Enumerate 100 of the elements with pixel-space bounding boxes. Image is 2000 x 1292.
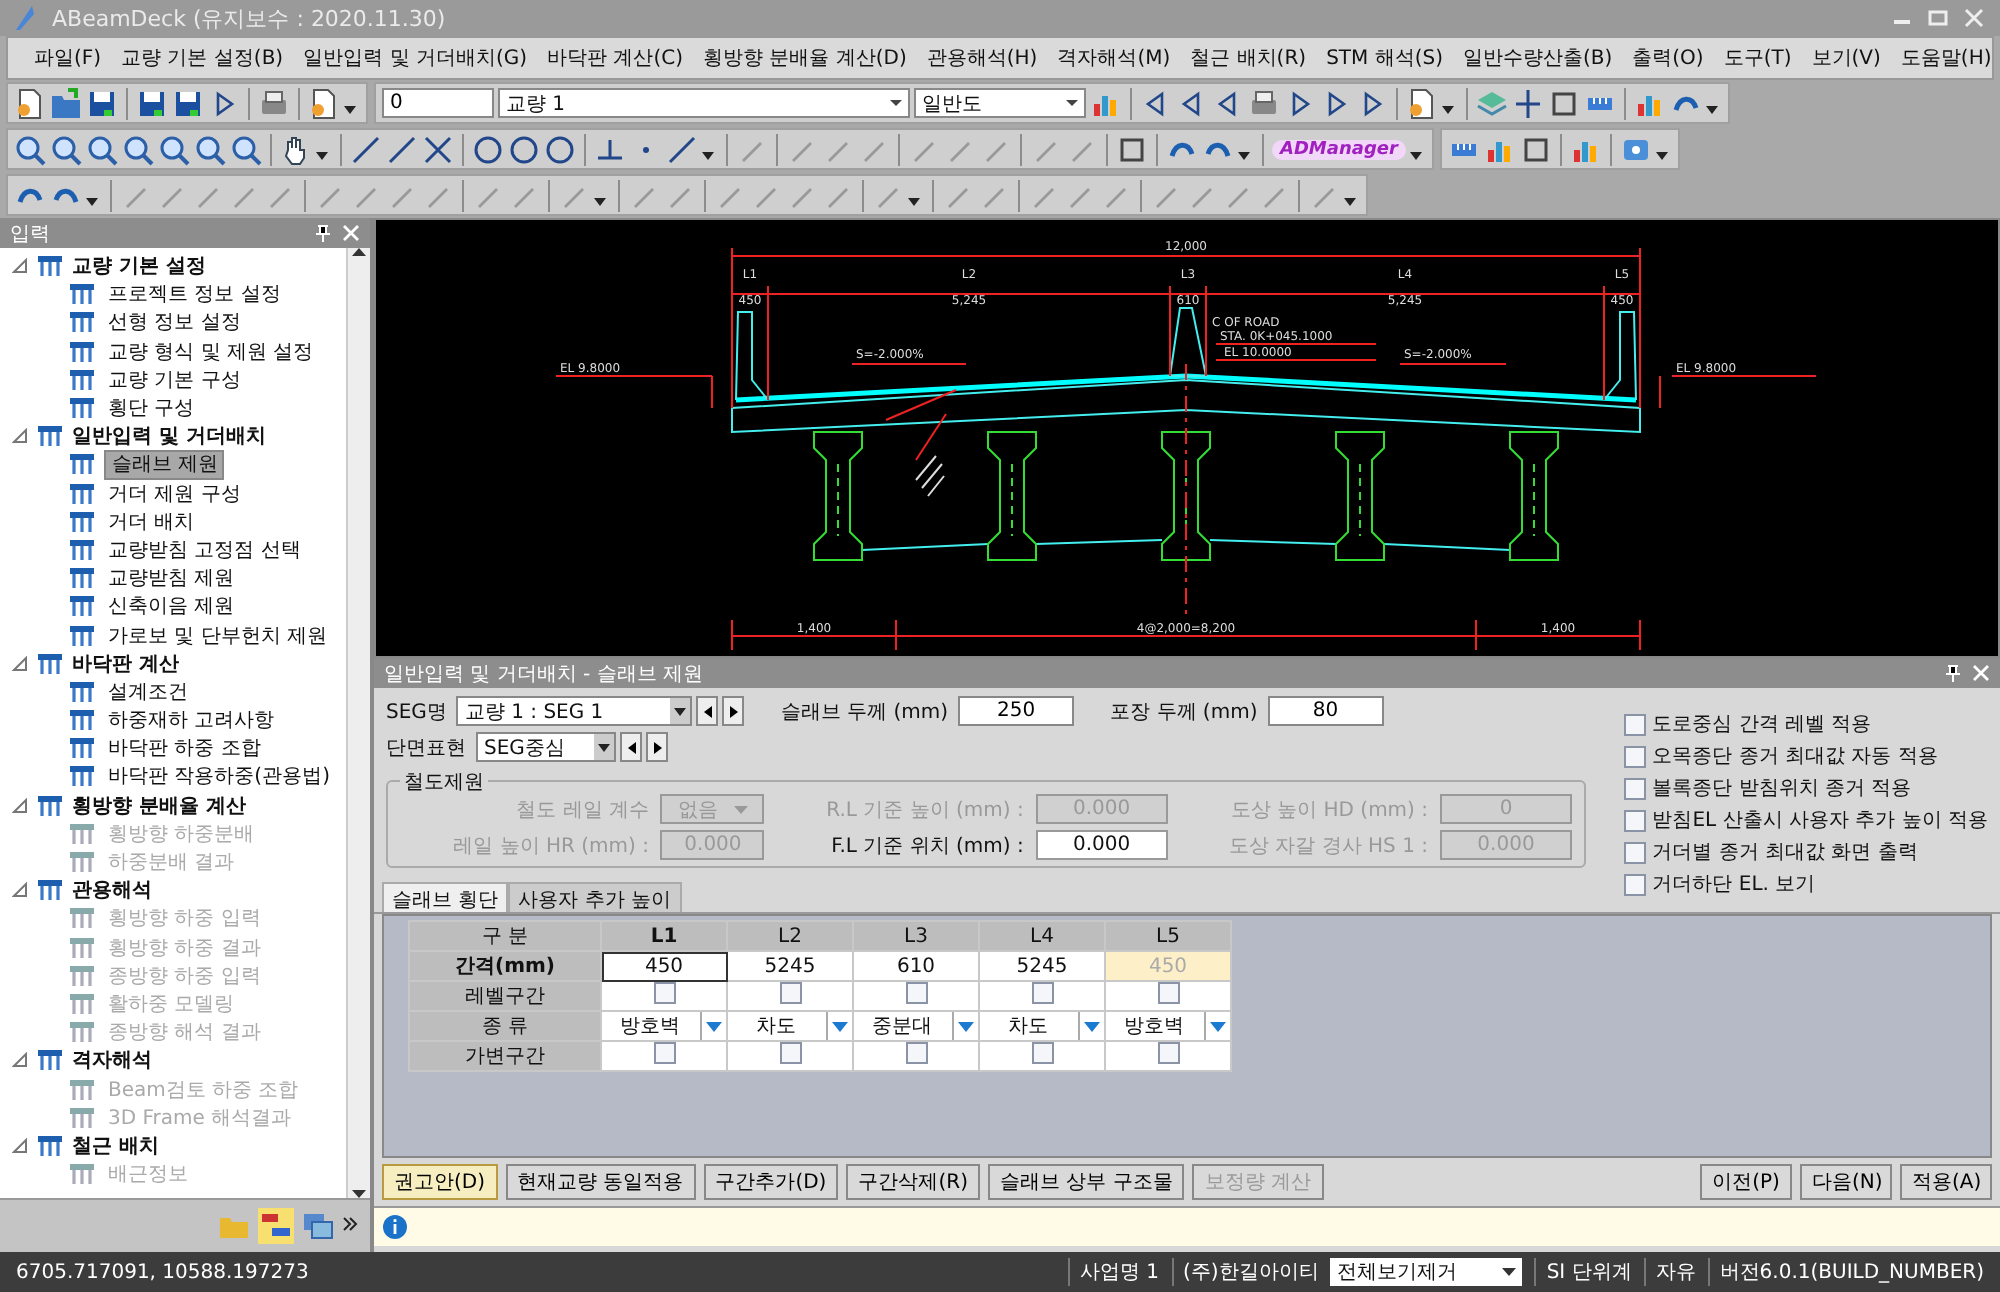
pavement-thickness-field[interactable]: 80: [1267, 696, 1384, 726]
tree-item[interactable]: 신축이음 제원: [104, 592, 239, 621]
column-header[interactable]: L3: [853, 921, 979, 951]
expander-icon[interactable]: [12, 258, 28, 275]
tree-item[interactable]: 교량받침 제원: [104, 564, 239, 593]
column-header[interactable]: L4: [979, 921, 1105, 951]
pin-icon[interactable]: [1944, 664, 1962, 682]
checkbox[interactable]: [1624, 809, 1647, 831]
section-select[interactable]: SEG중심: [476, 732, 616, 762]
caret-icon[interactable]: [908, 197, 920, 205]
tree-group-label[interactable]: 관용해석: [72, 876, 152, 905]
magnifier-icon[interactable]: [122, 133, 154, 165]
chevron-icon[interactable]: [342, 1216, 358, 1236]
checkbox[interactable]: [1157, 982, 1179, 1004]
menu-item[interactable]: 도움말(H): [1890, 44, 2000, 72]
expander-icon[interactable]: [12, 797, 28, 814]
printer-icon[interactable]: [258, 87, 290, 119]
checkbox[interactable]: [653, 982, 675, 1004]
action-button[interactable]: 현재교량 동일적용: [505, 1164, 696, 1200]
dropdown-cell[interactable]: 중분대: [853, 1011, 979, 1041]
document-icon[interactable]: [1406, 87, 1438, 119]
cross-lines-icon[interactable]: [422, 133, 454, 165]
tree-item[interactable]: 슬래브 제원: [104, 449, 225, 480]
dropdown-cell[interactable]: 방호벽: [1105, 1011, 1231, 1041]
expander-icon[interactable]: [12, 1137, 28, 1154]
tree-item[interactable]: 하중재하 고려사항: [104, 706, 279, 735]
tree-item[interactable]: 가로보 및 단부헌치 제원: [104, 621, 332, 650]
menu-item[interactable]: 보기(V): [1801, 44, 1891, 72]
checkbox[interactable]: [1624, 841, 1647, 863]
circle-icon[interactable]: [472, 133, 504, 165]
tree-item[interactable]: 바닥판 하중 조합: [104, 734, 265, 763]
tree-group-label[interactable]: 교량 기본 설정: [72, 252, 206, 281]
caret-icon[interactable]: [1706, 105, 1718, 113]
menu-item[interactable]: 바닥판 계산(C): [537, 44, 693, 72]
tab[interactable]: 슬래브 횡단: [382, 882, 509, 912]
layers-icon[interactable]: [1476, 87, 1508, 119]
magnifier-icon[interactable]: [86, 133, 118, 165]
table-cell[interactable]: 610: [853, 951, 979, 981]
tree-group-label[interactable]: 횡방향 분배율 계산: [72, 791, 246, 820]
table-cell[interactable]: 5245: [727, 951, 853, 981]
bridge-select[interactable]: 교량 1: [498, 88, 910, 118]
navigation-button[interactable]: 적용(A): [1900, 1164, 1992, 1200]
pin-icon[interactable]: [314, 224, 332, 242]
tree-item[interactable]: 프로젝트 정보 설정: [104, 280, 285, 309]
tree-group-label[interactable]: 일반입력 및 거더배치: [72, 422, 266, 451]
printer-icon[interactable]: [1248, 87, 1280, 119]
line-icon[interactable]: [666, 133, 698, 165]
tree-item[interactable]: 횡단 구성: [104, 394, 199, 423]
menu-item[interactable]: 파일(F): [24, 44, 112, 72]
navigation-button[interactable]: 이전(P): [1700, 1164, 1792, 1200]
checkbox[interactable]: [779, 982, 801, 1004]
scrollbar[interactable]: [346, 248, 370, 1198]
tree-item[interactable]: 교량받침 고정점 선택: [104, 535, 305, 564]
menu-item[interactable]: 격자해석(M): [1047, 44, 1181, 72]
caret-icon[interactable]: [702, 151, 714, 159]
caret-icon[interactable]: [344, 105, 356, 113]
menu-item[interactable]: 출력(O): [1622, 44, 1714, 72]
view-mode-select[interactable]: 전체보기제거: [1330, 1258, 1523, 1286]
column-header[interactable]: L5: [1105, 921, 1231, 951]
tree-item[interactable]: 바닥판 작용하중(관용법): [104, 762, 334, 791]
maximize-icon[interactable]: [1928, 8, 1948, 28]
checkbox[interactable]: [653, 1042, 675, 1064]
tree-item[interactable]: 거더 배치: [104, 507, 199, 536]
table-cell[interactable]: 450: [601, 951, 727, 981]
tree-item[interactable]: 교량 형식 및 제원 설정: [104, 337, 318, 366]
action-button[interactable]: 구간삭제(R): [846, 1164, 980, 1200]
navigation-button[interactable]: 다음(N): [1800, 1164, 1892, 1200]
action-button[interactable]: 구간추가(D): [703, 1164, 839, 1200]
checkbox[interactable]: [1624, 873, 1647, 895]
tree-group-label[interactable]: 바닥판 계산: [72, 649, 179, 678]
checkbox[interactable]: [1624, 777, 1647, 799]
tree-item[interactable]: 설계조건: [104, 677, 192, 706]
column-header[interactable]: L2: [727, 921, 853, 951]
view-select[interactable]: 일반도: [914, 88, 1086, 118]
dropdown-cell[interactable]: 차도: [727, 1011, 853, 1041]
menu-item[interactable]: 철근 배치(R): [1180, 44, 1317, 72]
checkbox[interactable]: [1031, 982, 1053, 1004]
previous-button[interactable]: [620, 732, 642, 762]
tree-group-label[interactable]: 철근 배치: [72, 1131, 159, 1160]
tree-item[interactable]: 선형 정보 설정: [104, 308, 245, 337]
number-field[interactable]: 0.000: [1035, 830, 1168, 860]
document-icon[interactable]: [14, 87, 46, 119]
next-button[interactable]: [722, 696, 745, 726]
document-icon[interactable]: [308, 87, 340, 119]
close-icon[interactable]: [1964, 8, 1984, 28]
action-button[interactable]: 슬래브 상부 구조물: [987, 1164, 1185, 1200]
checkbox[interactable]: [905, 1042, 927, 1064]
caret-icon[interactable]: [1655, 151, 1668, 159]
seg-select[interactable]: 교량 1 : SEG 1: [456, 696, 693, 726]
magnifier-icon[interactable]: [14, 133, 46, 165]
action-button[interactable]: 권고안(D): [382, 1164, 498, 1200]
square-icon[interactable]: [1519, 133, 1552, 165]
previous-button[interactable]: [696, 696, 719, 726]
menu-item[interactable]: 관용해석(H): [916, 44, 1048, 72]
tree-group-label[interactable]: 격자해석: [72, 1046, 152, 1075]
expander-icon[interactable]: [12, 655, 28, 672]
line-icon[interactable]: [386, 133, 418, 165]
column-header[interactable]: L1: [601, 921, 727, 951]
magnifier-icon[interactable]: [50, 133, 82, 165]
checkbox[interactable]: [1624, 713, 1647, 735]
